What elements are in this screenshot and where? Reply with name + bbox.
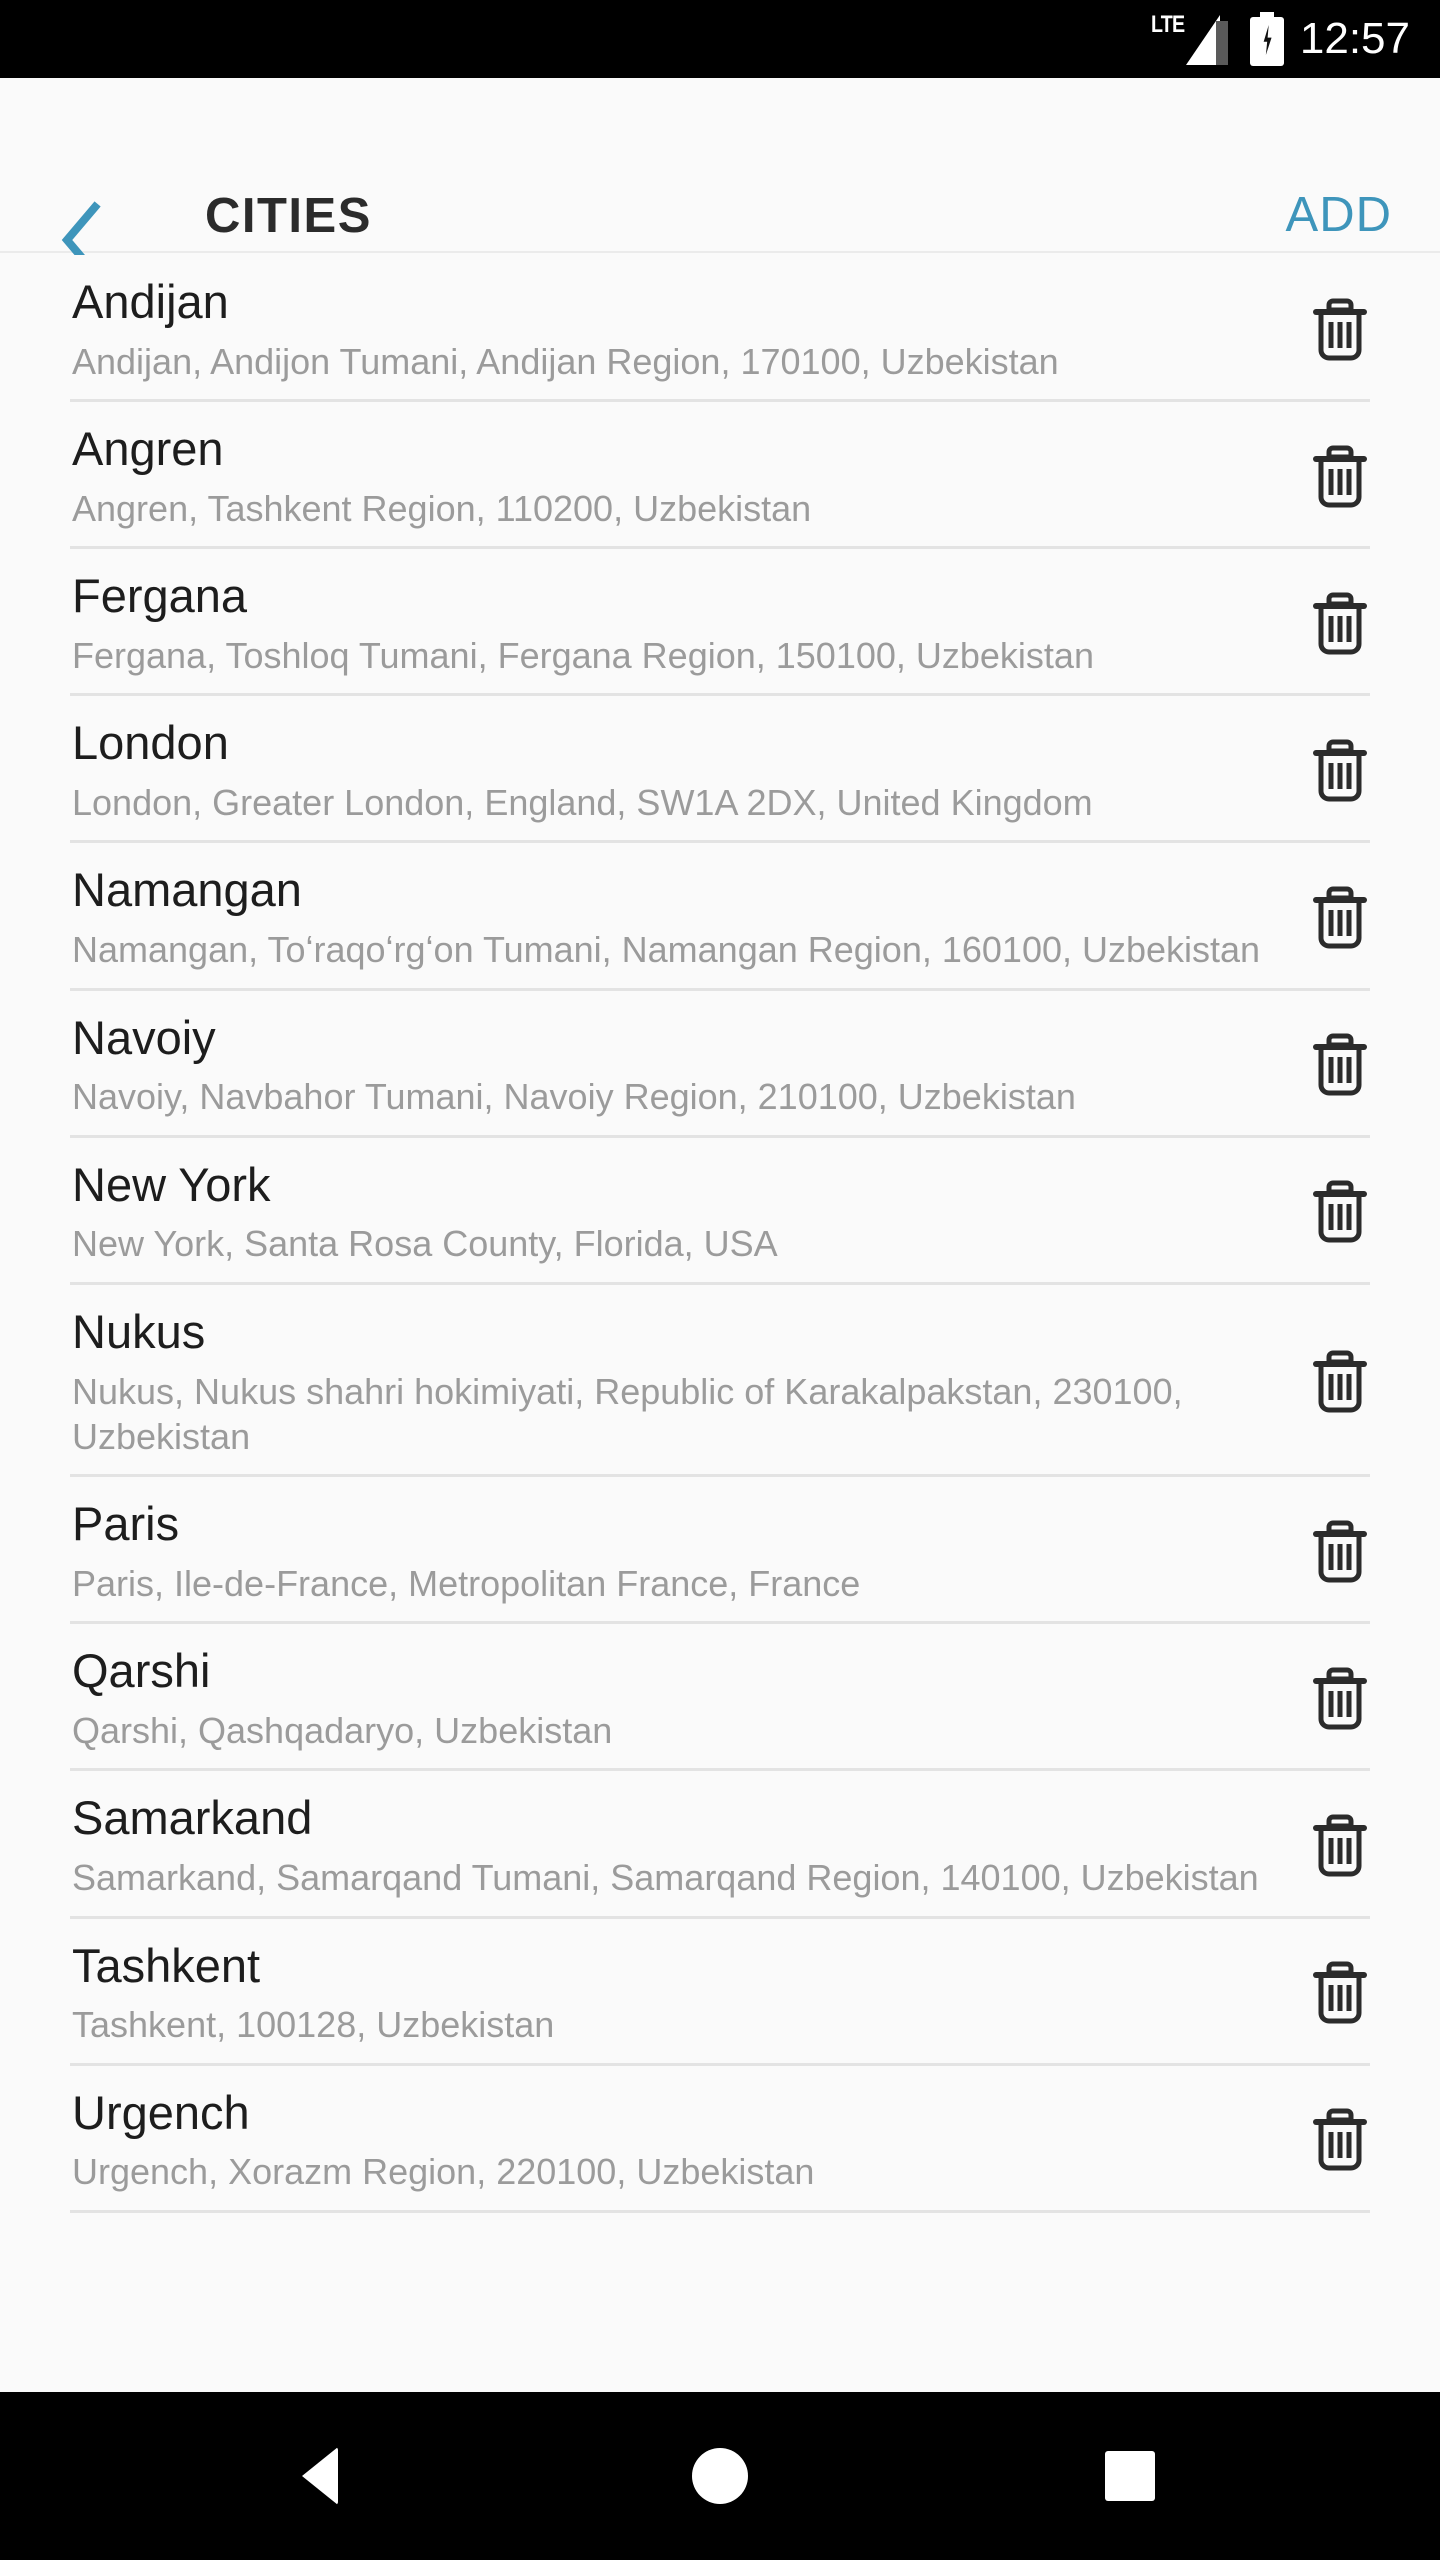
status-clock: 12:57 [1299,14,1410,63]
nav-home-button[interactable] [690,2446,750,2506]
table-row[interactable]: Paris Paris, Ile-de-France, Metropolitan … [0,1477,1440,1625]
trash-icon [1313,2106,1367,2172]
delete-city-button[interactable] [1310,2103,1370,2175]
city-name: Tashkent [72,1938,261,1992]
city-address: Fergana, Toshloq Tumani, Fergana Region,… [72,634,1094,676]
trash-icon [1313,1348,1367,1414]
delete-city-button[interactable] [1310,1662,1370,1734]
table-row[interactable]: Samarkand Samarkand, Samarqand Tumani, Sa… [0,1771,1440,1919]
trash-icon [1313,1031,1367,1097]
delete-city-button[interactable] [1310,1175,1370,1247]
city-row-content: New York New York, Santa Rosa County, Flo… [0,1157,1440,1267]
delete-city-button[interactable] [1310,1515,1370,1587]
city-name: Urgench [72,2085,250,2139]
city-row-content: Namangan Namangan, Toʻraqoʻrgʻon Tumani, … [0,865,1440,972]
table-row[interactable]: New York New York, Santa Rosa County, Flo… [0,1137,1440,1285]
trash-icon [1313,1178,1367,1244]
delete-city-button[interactable] [1310,881,1370,953]
table-row[interactable]: Urgench Urgench, Xorazm Region, 220100, U… [0,2065,1440,2213]
city-name: Angren [72,422,224,476]
city-row-content: Paris Paris, Ile-de-France, Metropolitan … [0,1497,1440,1606]
row-divider [70,2209,1370,2213]
table-row[interactable]: Fergana Fergana, Toshloq Tumani, Fergana … [0,549,1440,697]
table-row[interactable]: Angren Angren, Tashkent Region, 110200, U… [0,402,1440,550]
delete-city-button[interactable] [1310,1956,1370,2028]
delete-city-button[interactable] [1310,1809,1370,1881]
city-list[interactable]: Andijan Andijan, Andijon Tumani, Andijan … [0,255,1440,2392]
city-address: Andijan, Andijon Tumani, Andijan Region,… [72,340,1059,382]
city-name: Samarkand [72,1791,313,1845]
city-name: Nukus [72,1304,206,1358]
trash-icon [1313,1518,1367,1584]
trash-icon [1313,1812,1367,1878]
city-address: Nukus, Nukus shahri hokimiyati, Republic… [72,1370,1183,1457]
status-bar: LTE 12:57 [0,0,1440,78]
city-name: Paris [72,1497,180,1551]
city-row-content: Angren Angren, Tashkent Region, 110200, U… [0,422,1440,531]
city-name: Namangan [72,863,302,917]
square-recents-icon [1105,2451,1155,2501]
city-address: Paris, Ile-de-France, Metropolitan Franc… [72,1562,861,1604]
signal-bars-icon [1185,15,1232,65]
phone-screen: LTE 12:57 CITIES ADD Andijan Andijan, An… [0,0,1440,2560]
table-row[interactable]: London London, Greater London, England, S… [0,696,1440,844]
delete-city-button[interactable] [1310,587,1370,659]
city-name: New York [72,1157,271,1211]
table-row[interactable]: Qarshi Qarshi, Qashqadaryo, Uzbekistan [0,1624,1440,1772]
battery-charging-icon [1249,12,1284,66]
delete-city-button[interactable] [1310,293,1370,365]
city-row-content: Tashkent Tashkent, 100128, Uzbekistan [0,1938,1440,2048]
trash-icon [1313,443,1367,509]
city-row-content: Samarkand Samarkand, Samarqand Tumani, Sa… [0,1793,1440,1900]
delete-city-button[interactable] [1310,1028,1370,1100]
trash-icon [1313,1665,1367,1731]
trash-icon [1313,590,1367,656]
city-row-content: Urgench Urgench, Xorazm Region, 220100, U… [0,2085,1440,2195]
city-address: Urgench, Xorazm Region, 220100, Uzbekist… [72,2151,815,2193]
city-row-content: London London, Greater London, England, S… [0,718,1440,825]
delete-city-button[interactable] [1310,440,1370,512]
city-name: Andijan [72,275,229,328]
nav-recents-button[interactable] [1100,2446,1160,2506]
city-row-content: Navoiy Navoiy, Navbahor Tumani, Navoiy Re… [0,1010,1440,1120]
trash-icon [1313,884,1367,950]
nav-back-button[interactable] [290,2446,350,2506]
city-name: London [72,716,229,770]
city-address: Tashkent, 100128, Uzbekistan [72,2004,555,2046]
trash-icon [1313,296,1367,362]
city-address: Angren, Tashkent Region, 110200, Uzbekis… [72,487,812,529]
city-address: Qarshi, Qashqadaryo, Uzbekistan [72,1710,613,1752]
delete-city-button[interactable] [1310,1345,1370,1417]
circle-home-icon [692,2448,748,2504]
lte-label: LTE [1151,11,1185,38]
city-address: London, Greater London, England, SW1A 2D… [72,782,1093,824]
add-button[interactable]: ADD [1286,191,1392,240]
triangle-back-icon [302,2447,338,2505]
city-name: Fergana [72,569,248,623]
page-title: CITIES [205,189,372,243]
table-row[interactable]: Andijan Andijan, Andijon Tumani, Andijan … [0,255,1440,403]
city-address: Namangan, Toʻraqoʻrgʻon Tumani, Namangan… [72,929,1261,971]
delete-city-button[interactable] [1310,734,1370,806]
city-address: Samarkand, Samarqand Tumani, Samarqand R… [72,1857,1259,1899]
table-row[interactable]: Nukus Nukus, Nukus shahri hokimiyati, Rep… [0,1284,1440,1478]
table-row[interactable]: Namangan Namangan, Toʻraqoʻrgʻon Tumani, … [0,843,1440,991]
navigation-bar [0,2392,1440,2560]
table-row[interactable]: Navoiy Navoiy, Navbahor Tumani, Navoiy Re… [0,990,1440,1138]
city-name: Navoiy [72,1010,216,1064]
city-row-content: Qarshi Qarshi, Qashqadaryo, Uzbekistan [0,1646,1440,1753]
city-row-content: Nukus Nukus, Nukus shahri hokimiyati, Rep… [0,1304,1440,1459]
status-icons: LTE 12:57 [1151,12,1410,66]
city-address: Navoiy, Navbahor Tumani, Navoiy Region, … [72,1076,1076,1118]
trash-icon [1313,737,1367,803]
trash-icon [1313,1959,1367,2025]
lte-indicator: LTE [1151,13,1232,65]
app-bar: CITIES ADD [0,78,1440,279]
city-name: Qarshi [72,1644,211,1698]
city-row-content: Andijan Andijan, Andijon Tumani, Andijan … [0,275,1440,384]
city-row-content: Fergana Fergana, Toshloq Tumani, Fergana … [0,569,1440,678]
city-address: New York, Santa Rosa County, Florida, US… [72,1223,778,1265]
table-row[interactable]: Tashkent Tashkent, 100128, Uzbekistan [0,1918,1440,2066]
